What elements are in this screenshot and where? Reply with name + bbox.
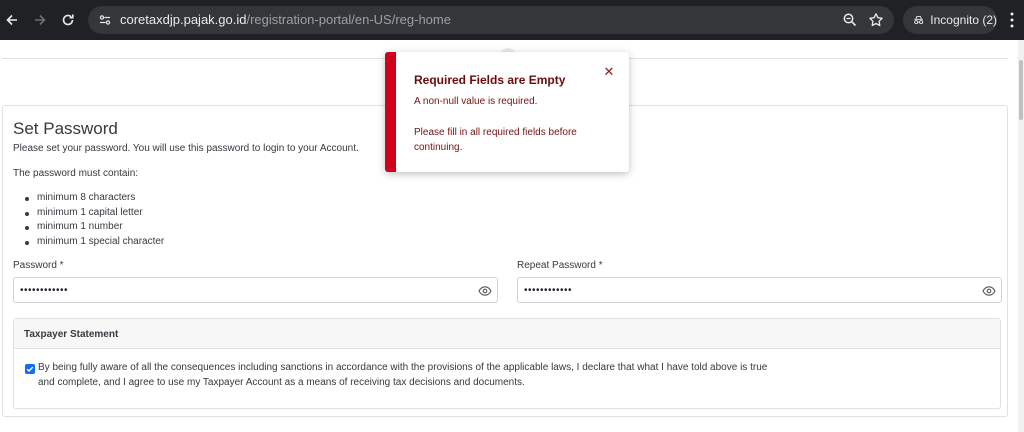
- eye-icon[interactable]: [478, 284, 492, 298]
- taxpayer-statement-panel: Taxpayer Statement By being fully aware …: [13, 318, 1001, 409]
- incognito-icon: [914, 16, 924, 25]
- password-field[interactable]: ••••••••••••: [13, 277, 498, 303]
- url-text[interactable]: coretaxdjp.pajak.go.id/registration-port…: [120, 12, 451, 27]
- url-path: /registration-portal/en-US/reg-home: [246, 12, 451, 27]
- eye-icon[interactable]: [982, 284, 996, 298]
- form-description: Please set your password. You will use t…: [13, 143, 359, 154]
- list-item: minimum 1 capital letter: [25, 206, 164, 221]
- list-item: minimum 8 characters: [25, 191, 164, 206]
- statement-text[interactable]: By being fully aware of all the conseque…: [38, 361, 768, 390]
- repeat-password-label: Repeat Password *: [517, 260, 603, 271]
- page-title: Set Password: [13, 119, 118, 138]
- statement-title: Taxpayer Statement: [24, 329, 119, 340]
- error-toast: Required Fields are Empty ✕ A non-null v…: [385, 52, 629, 172]
- repeat-password-field[interactable]: ••••••••••••: [517, 277, 1002, 303]
- incognito-label: Incognito (2): [930, 13, 997, 27]
- toast-instruction: Please fill in all required fields befor…: [414, 127, 577, 153]
- reload-icon: [62, 14, 74, 26]
- bookmark-star-icon[interactable]: [868, 12, 884, 28]
- scrollbar-thumb[interactable]: [1019, 60, 1023, 120]
- statement-header: Taxpayer Statement: [14, 319, 1000, 349]
- incognito-indicator[interactable]: Incognito (2): [903, 6, 997, 34]
- password-requirements-list: minimum 8 characters minimum 1 capital l…: [25, 191, 164, 249]
- back-button[interactable]: [2, 10, 22, 30]
- menu-dots-icon[interactable]: [1006, 11, 1018, 29]
- toast-message: A non-null value is required.: [414, 96, 538, 107]
- password-value: ••••••••••••: [20, 285, 69, 296]
- zoom-icon[interactable]: [842, 12, 858, 28]
- statement-checkbox[interactable]: [25, 364, 35, 374]
- checkbox-check-icon: [26, 366, 34, 373]
- forward-button[interactable]: [30, 10, 50, 30]
- browser-toolbar: coretaxdjp.pajak.go.id/registration-port…: [0, 0, 1024, 40]
- list-item: minimum 1 special character: [25, 235, 164, 250]
- back-arrow-icon: [6, 14, 17, 26]
- reload-button[interactable]: [58, 10, 78, 30]
- repeat-password-value: ••••••••••••: [524, 285, 573, 296]
- toast-accent-bar: [385, 52, 396, 172]
- url-host: coretaxdjp.pajak.go.id: [120, 12, 247, 27]
- toast-title: Required Fields are Empty: [414, 73, 566, 87]
- list-item: minimum 1 number: [25, 220, 164, 235]
- site-info-icon[interactable]: [98, 13, 112, 27]
- address-bar[interactable]: coretaxdjp.pajak.go.id/registration-port…: [88, 6, 894, 34]
- close-icon[interactable]: ✕: [603, 65, 615, 78]
- forward-arrow-icon: [35, 14, 46, 26]
- requirements-intro: The password must contain:: [13, 168, 139, 179]
- password-label: Password *: [13, 260, 64, 271]
